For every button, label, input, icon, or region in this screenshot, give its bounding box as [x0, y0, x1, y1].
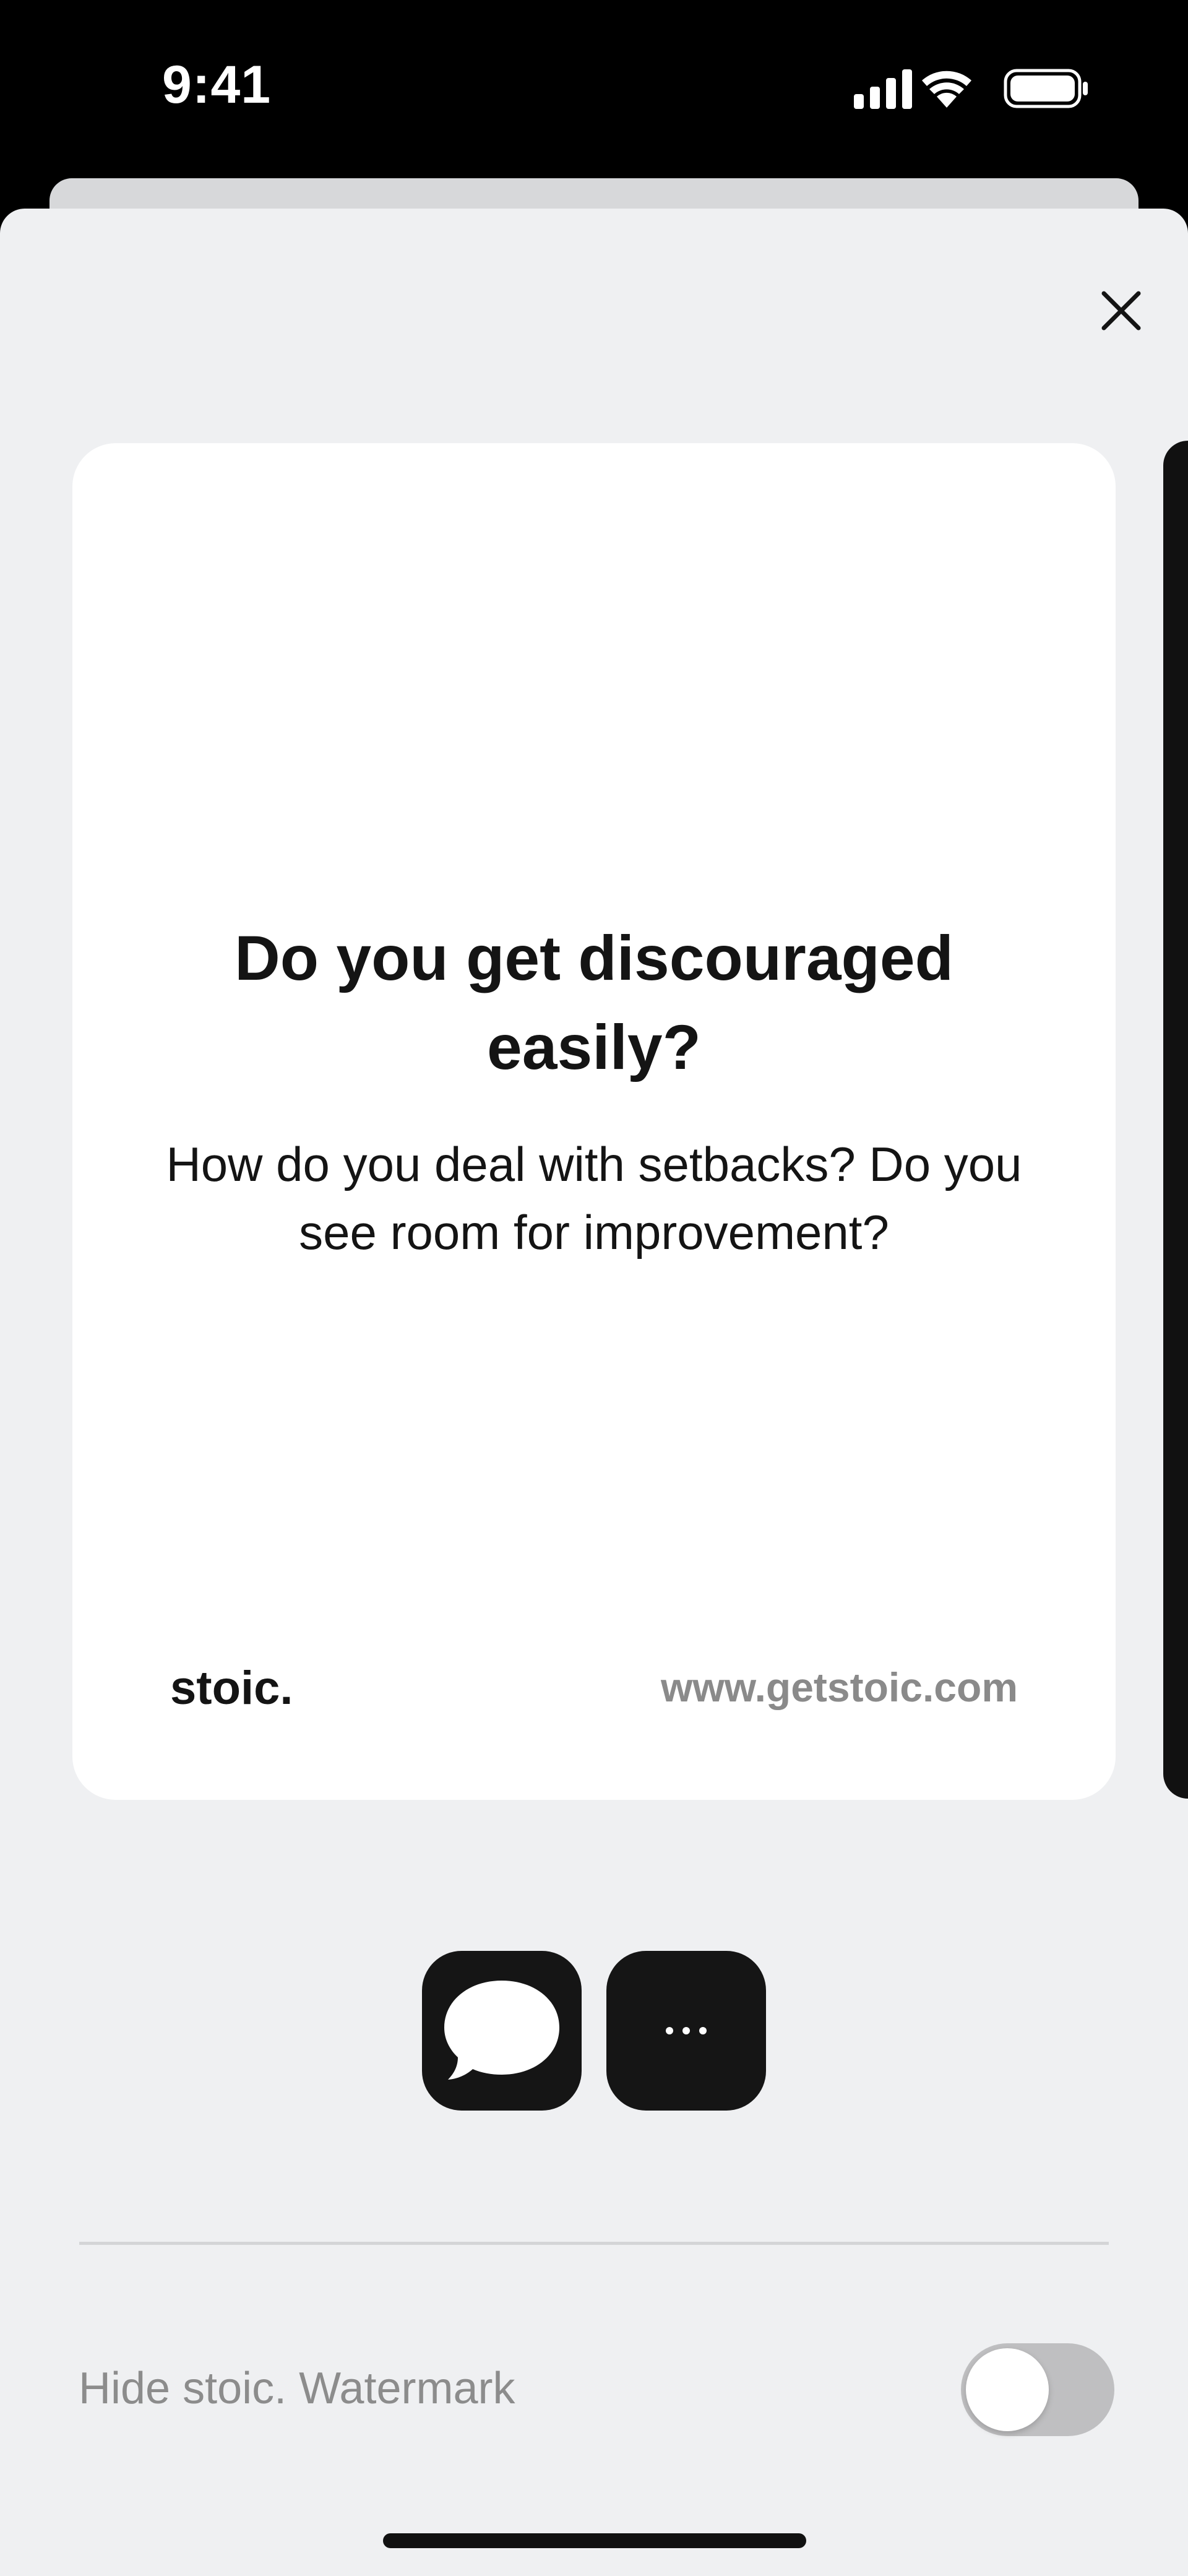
next-card-preview[interactable]	[1163, 441, 1188, 1799]
question-card: Do you get discouraged easily? How do yo…	[72, 443, 1116, 1800]
share-messages-button[interactable]	[422, 1951, 582, 2111]
status-icons	[854, 67, 1089, 110]
ellipsis-icon	[666, 2027, 707, 2034]
battery-icon	[1004, 69, 1088, 108]
home-indicator[interactable]	[383, 2533, 806, 2548]
screen: 9:41 Do you get discouraged easily? How …	[0, 0, 1188, 2576]
hide-watermark-toggle[interactable]	[961, 2343, 1114, 2436]
card-title: Do you get discouraged easily?	[235, 923, 953, 1083]
signal-icon	[854, 69, 912, 109]
toggle-knob	[966, 2348, 1049, 2431]
status-time: 9:41	[162, 55, 272, 115]
wifi-icon	[922, 71, 971, 108]
brand-logo: stoic.	[170, 1662, 293, 1714]
share-more-button[interactable]	[606, 1951, 766, 2111]
divider	[79, 2242, 1109, 2245]
card-url: www.getstoic.com	[661, 1664, 1018, 1710]
close-icon	[1101, 291, 1141, 331]
card-subtitle: How do you deal with setbacks? Do you se…	[166, 1137, 1022, 1260]
speech-bubble-icon	[444, 1981, 559, 2080]
close-button[interactable]	[1095, 285, 1147, 337]
hide-watermark-label: Hide stoic. Watermark	[79, 2364, 515, 2413]
